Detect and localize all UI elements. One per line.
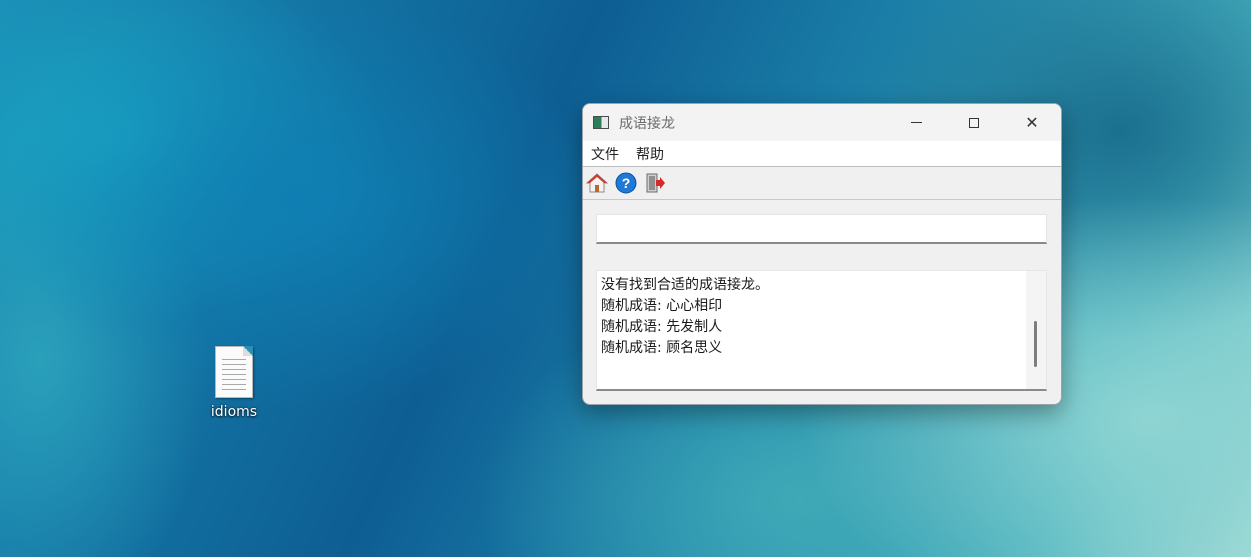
exit-icon <box>646 173 665 193</box>
output-lines: 没有找到合适的成语接龙。 随机成语: 心心相印 随机成语: 先发制人 随机成语:… <box>597 271 1046 359</box>
menu-bar: 文件 帮助 <box>583 141 1061 167</box>
title-bar[interactable]: 成语接龙 ✕ <box>583 104 1061 141</box>
window-controls: ✕ <box>887 104 1061 141</box>
menu-file[interactable]: 文件 <box>591 144 619 164</box>
menu-help[interactable]: 帮助 <box>636 144 664 164</box>
maximize-icon <box>969 117 979 128</box>
svg-text:?: ? <box>622 175 631 191</box>
desktop-icon-idioms[interactable]: idioms <box>196 346 272 420</box>
toolbar: ? <box>583 167 1061 200</box>
minimize-button[interactable] <box>887 104 945 141</box>
close-icon: ✕ <box>1025 113 1039 132</box>
minimize-icon <box>910 122 922 123</box>
vertical-scrollbar[interactable] <box>1026 271 1046 389</box>
output-line: 随机成语: 顾名思义 <box>601 340 723 356</box>
exit-button[interactable] <box>643 171 667 195</box>
maximize-button[interactable] <box>945 104 1003 141</box>
home-icon <box>586 173 608 193</box>
close-button[interactable]: ✕ <box>1003 104 1061 141</box>
desktop-icon-label: idioms <box>210 404 258 420</box>
app-window-icon <box>593 116 609 129</box>
output-line: 没有找到合适的成语接龙。 <box>601 277 769 293</box>
idiom-input[interactable] <box>596 214 1047 244</box>
help-button[interactable]: ? <box>614 171 638 195</box>
output-line: 随机成语: 先发制人 <box>601 319 723 335</box>
scroll-thumb[interactable] <box>1034 321 1037 367</box>
window-title: 成语接龙 <box>619 115 675 132</box>
app-window: 成语接龙 ✕ 文件 帮助 ? 没有找到合适的成语接龙。 随机成语: 心心相印 随… <box>582 103 1062 405</box>
output-text-area[interactable]: 没有找到合适的成语接龙。 随机成语: 心心相印 随机成语: 先发制人 随机成语:… <box>596 270 1047 391</box>
help-icon: ? <box>615 172 637 194</box>
output-line: 随机成语: 心心相印 <box>601 298 723 314</box>
home-button[interactable] <box>585 171 609 195</box>
text-file-icon <box>215 346 253 398</box>
